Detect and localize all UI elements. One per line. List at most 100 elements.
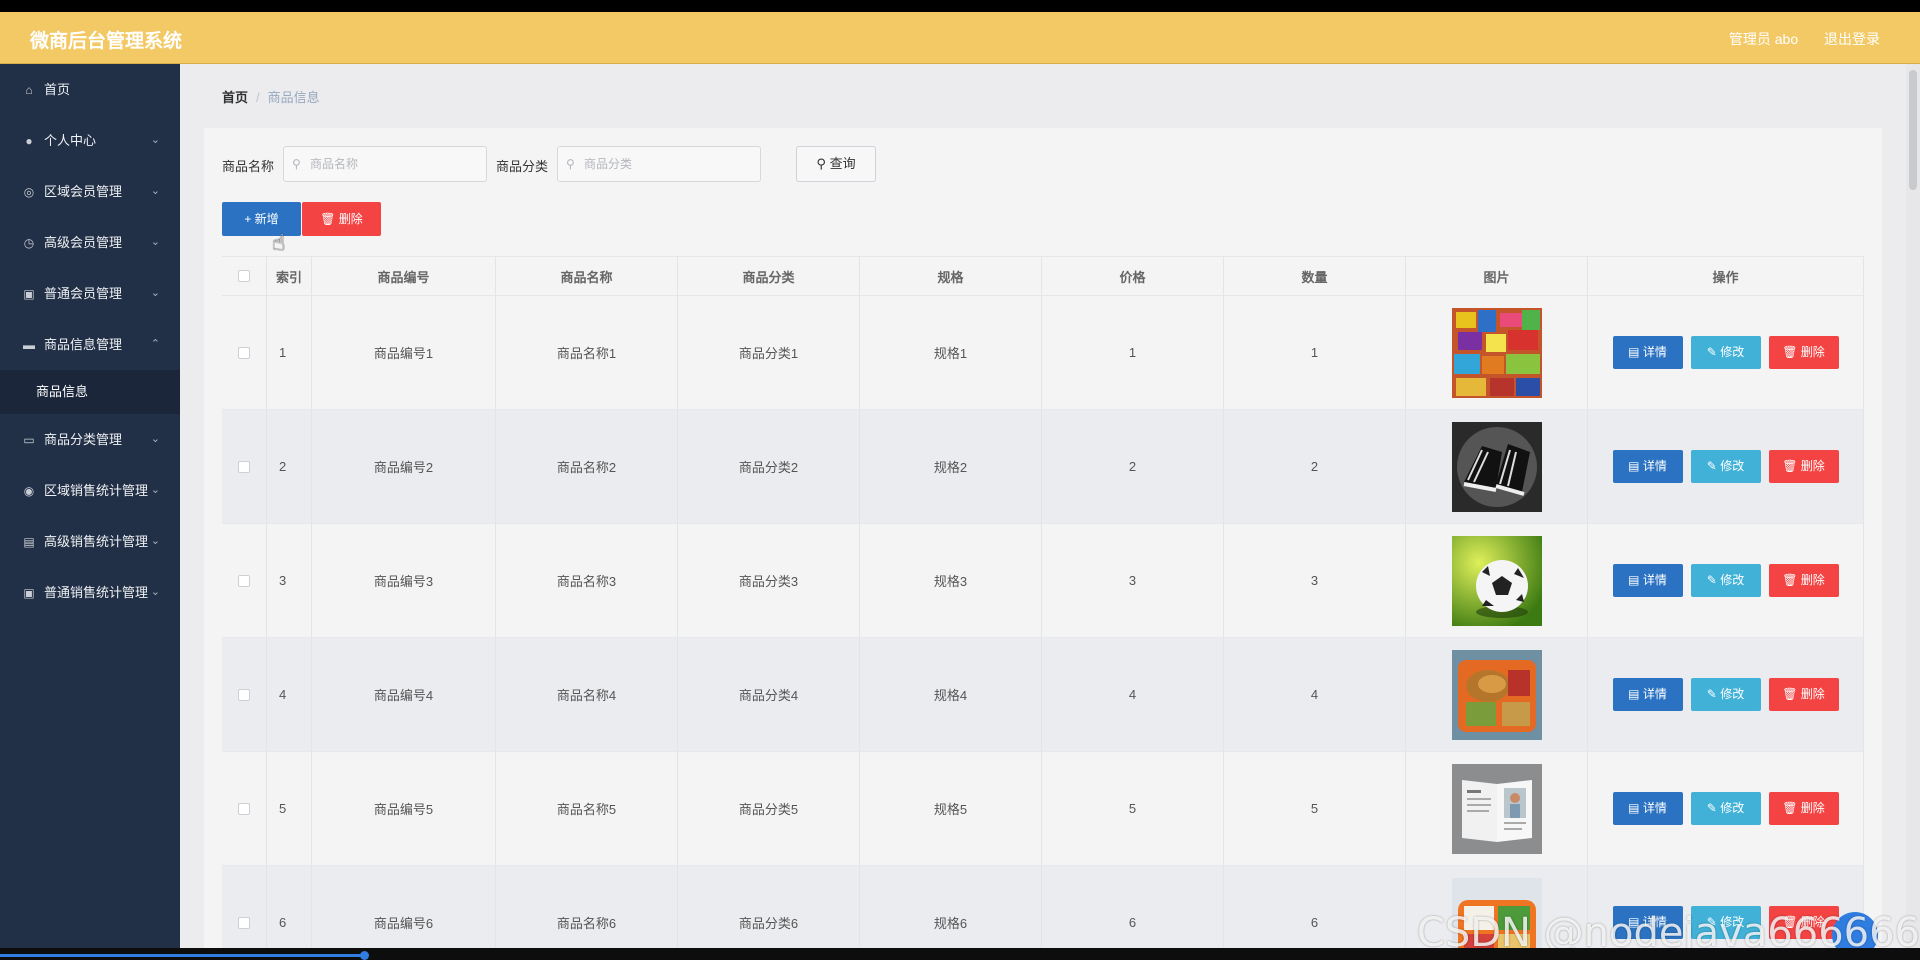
product-image-cell bbox=[1406, 752, 1588, 865]
pencil-icon: ✎ bbox=[1706, 801, 1721, 815]
product-price: 5 bbox=[1042, 752, 1224, 865]
trash-icon: 🗑 bbox=[320, 212, 339, 226]
product-name: 商品名称2 bbox=[496, 410, 678, 523]
detail-button[interactable]: ▤ 详情 bbox=[1612, 336, 1683, 369]
breadcrumb-home[interactable]: 首页 bbox=[222, 90, 248, 105]
delete-button[interactable]: 🗑 删除 bbox=[1768, 678, 1839, 711]
sidebar-item-normal-members[interactable]: ▣ 普通会员管理 ⌄ bbox=[0, 268, 180, 319]
product-code: 商品编号4 bbox=[312, 638, 496, 751]
product-table: 索引 商品编号 商品名称 商品分类 规格 价格 数量 图片 操作 1 商品编号1 商… bbox=[222, 256, 1864, 948]
row-index: 2 bbox=[267, 410, 312, 523]
edit-button[interactable]: ✎ 修改 bbox=[1690, 336, 1761, 369]
product-name: 商品名称3 bbox=[496, 524, 678, 637]
row-checkbox[interactable] bbox=[238, 802, 250, 815]
video-progress-handle[interactable] bbox=[360, 951, 369, 960]
delete-button-label: 删除 bbox=[1800, 459, 1825, 473]
message-icon: ▬ bbox=[23, 338, 35, 352]
row-select-cell bbox=[222, 638, 267, 751]
pencil-icon: ✎ bbox=[1706, 573, 1721, 587]
header-user-area: 管理员 abo 退出登录 bbox=[1707, 29, 1880, 49]
detail-button[interactable]: ▤ 详情 bbox=[1612, 564, 1683, 597]
product-category-placeholder: 商品分类 bbox=[584, 157, 633, 171]
detail-button[interactable]: ▤ 详情 bbox=[1612, 678, 1683, 711]
scrollbar-thumb[interactable] bbox=[1909, 70, 1917, 190]
row-select-cell bbox=[222, 524, 267, 637]
sidebar-item-personal-center[interactable]: ● 个人中心 ⌄ bbox=[0, 115, 180, 166]
video-progress[interactable] bbox=[0, 954, 366, 957]
sidebar-item-product-category[interactable]: ▭ 商品分类管理 ⌄ bbox=[0, 414, 180, 465]
product-qty: 2 bbox=[1224, 410, 1406, 523]
query-button[interactable]: ⚲ 查询 bbox=[796, 146, 876, 182]
sidebar-item-region-sales[interactable]: ◉ 区域销售统计管理 ⌄ bbox=[0, 465, 180, 516]
sidebar-item-label: 首页 bbox=[44, 82, 71, 97]
chevron-down-icon: ⌄ bbox=[150, 535, 160, 547]
search-icon: ⚲ bbox=[292, 157, 301, 171]
chevron-down-icon: ⌄ bbox=[150, 484, 160, 496]
page-scrollbar[interactable] bbox=[1906, 64, 1920, 948]
delete-button[interactable]: 🗑 删除 bbox=[1768, 792, 1839, 825]
chat-icon: ▭ bbox=[23, 433, 35, 447]
sidebar-item-home[interactable]: ⌂ 首页 bbox=[0, 64, 180, 115]
sidebar-item-senior-sales[interactable]: ▤ 高级销售统计管理 ⌄ bbox=[0, 516, 180, 567]
edit-button[interactable]: ✎ 修改 bbox=[1690, 450, 1761, 483]
product-price: 6 bbox=[1042, 866, 1224, 948]
product-code: 商品编号5 bbox=[312, 752, 496, 865]
product-spec: 规格3 bbox=[860, 524, 1042, 637]
sidebar-item-normal-sales[interactable]: ▣ 普通销售统计管理 ⌄ bbox=[0, 567, 180, 618]
edit-button[interactable]: ✎ 修改 bbox=[1690, 792, 1761, 825]
detail-button-label: 详情 bbox=[1642, 573, 1667, 587]
search-icon: ⚲ bbox=[566, 157, 575, 171]
product-name: 商品名称5 bbox=[496, 752, 678, 865]
detail-button[interactable]: ▤ 详情 bbox=[1612, 792, 1683, 825]
table-body: 1 商品编号1 商品名称1 商品分类1 规格1 1 1 ▤ 详情 ✎ 修改 🗑 删除 2 商品编号2 商… bbox=[222, 296, 1864, 948]
admin-user-label[interactable]: 管理员 abo bbox=[1729, 31, 1798, 47]
search-icon: ⚲ bbox=[816, 156, 830, 171]
row-checkbox[interactable] bbox=[238, 574, 250, 587]
clock-icon: ◷ bbox=[23, 236, 35, 250]
add-button[interactable]: + 新增 bbox=[222, 202, 301, 236]
sidebar-item-label: 高级会员管理 bbox=[44, 235, 123, 250]
table-row: 1 商品编号1 商品名称1 商品分类1 规格1 1 1 ▤ 详情 ✎ 修改 🗑 删除 bbox=[222, 296, 1864, 410]
breadcrumb: 首页 / 商品信息 bbox=[222, 87, 320, 106]
product-spec: 规格6 bbox=[860, 866, 1042, 948]
product-spec: 规格4 bbox=[860, 638, 1042, 751]
detail-button-label: 详情 bbox=[1642, 687, 1667, 701]
row-checkbox[interactable] bbox=[238, 688, 250, 701]
row-checkbox[interactable] bbox=[238, 460, 250, 473]
row-checkbox[interactable] bbox=[238, 916, 250, 929]
sidebar-item-senior-members[interactable]: ◷ 高级会员管理 ⌄ bbox=[0, 217, 180, 268]
row-index: 5 bbox=[267, 752, 312, 865]
product-name-input[interactable]: ⚲ 商品名称 bbox=[283, 146, 487, 182]
row-select-cell bbox=[222, 752, 267, 865]
batch-delete-button[interactable]: 🗑 删除 bbox=[302, 202, 381, 236]
sidebar-item-label: 个人中心 bbox=[44, 133, 97, 148]
column-header-code: 商品编号 bbox=[312, 257, 496, 295]
sidebar-item-product-info[interactable]: ▬ 商品信息管理 ⌃ bbox=[0, 319, 180, 370]
product-spec: 规格2 bbox=[860, 410, 1042, 523]
edit-button[interactable]: ✎ 修改 bbox=[1690, 678, 1761, 711]
select-all-checkbox[interactable] bbox=[238, 270, 250, 282]
main-content: 首页 / 商品信息 商品名称 ⚲ 商品名称 商品分类 ⚲ 商品分类 ⚲ 查询 + 新增 … bbox=[180, 64, 1920, 948]
edit-button-label: 修改 bbox=[1720, 687, 1745, 701]
delete-button[interactable]: 🗑 删除 bbox=[1768, 564, 1839, 597]
sidebar-item-region-members[interactable]: ◎ 区域会员管理 ⌄ bbox=[0, 166, 180, 217]
document-icon: ▤ bbox=[1628, 459, 1643, 473]
edit-button[interactable]: ✎ 修改 bbox=[1690, 564, 1761, 597]
product-category-input[interactable]: ⚲ 商品分类 bbox=[557, 146, 761, 182]
column-header-image: 图片 bbox=[1406, 257, 1588, 295]
sidebar-item-label: 商品分类管理 bbox=[44, 432, 123, 447]
sidebar-subitem-product-info[interactable]: 商品信息 bbox=[0, 370, 180, 414]
table-row: 2 商品编号2 商品名称2 商品分类2 规格2 2 2 ▤ 详情 ✎ 修改 🗑 删除 bbox=[222, 410, 1864, 524]
detail-button[interactable]: ▤ 详情 bbox=[1612, 450, 1683, 483]
column-header-spec: 规格 bbox=[860, 257, 1042, 295]
row-checkbox[interactable] bbox=[238, 346, 250, 359]
row-actions: ▤ 详情 ✎ 修改 🗑 删除 bbox=[1588, 410, 1864, 523]
delete-button[interactable]: 🗑 删除 bbox=[1768, 450, 1839, 483]
delete-button[interactable]: 🗑 删除 bbox=[1768, 336, 1839, 369]
row-actions: ▤ 详情 ✎ 修改 🗑 删除 bbox=[1588, 752, 1864, 865]
chevron-down-icon: ⌄ bbox=[150, 586, 160, 598]
sidebar-item-label: 高级销售统计管理 bbox=[44, 534, 149, 549]
logout-link[interactable]: 退出登录 bbox=[1824, 31, 1880, 47]
sidebar-item-label: 区域会员管理 bbox=[44, 184, 123, 199]
product-image-snacks-pile bbox=[1451, 307, 1542, 398]
